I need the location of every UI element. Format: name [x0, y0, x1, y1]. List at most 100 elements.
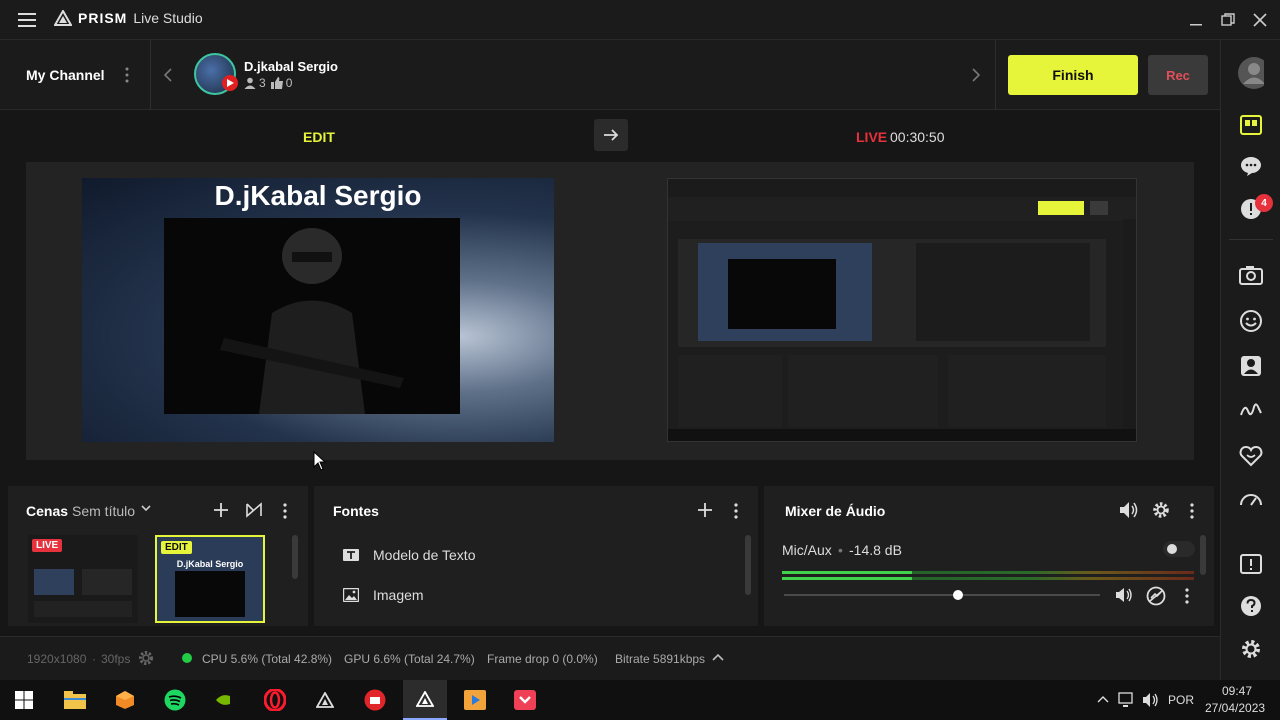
swap-scenes-button[interactable] — [594, 119, 628, 151]
separator-dot: • — [838, 542, 843, 558]
channel-stats: 3 0 — [244, 76, 292, 90]
chevron-up-icon[interactable] — [1097, 694, 1109, 704]
channel-name: D.jkabal Sergio — [244, 59, 338, 74]
preview-scene-title: D.jKabal Sergio — [214, 180, 422, 211]
prism-active-taskbar-icon[interactable] — [403, 680, 447, 720]
toggle-knob — [1167, 544, 1177, 554]
scenes-scrollbar[interactable] — [292, 535, 298, 579]
box-app-icon[interactable] — [111, 686, 139, 714]
cpu-usage: CPU 5.6% (Total 42.8%) — [202, 652, 333, 666]
like-count: 0 — [285, 76, 293, 90]
file-explorer-icon[interactable] — [61, 686, 89, 714]
audio-level: -14.8 dB — [849, 542, 902, 558]
sources-scrollbar[interactable] — [745, 535, 751, 595]
arrow-right-icon — [604, 129, 619, 141]
prism-taskbar-icon[interactable] — [311, 686, 339, 714]
minimize-icon[interactable] — [1184, 8, 1208, 32]
nvidia-icon[interactable] — [211, 686, 239, 714]
chat-icon[interactable] — [1238, 153, 1264, 179]
mixer-settings-icon[interactable] — [1152, 501, 1170, 519]
gpu-usage: GPU 6.6% (Total 24.7%) — [344, 652, 475, 666]
speaker-icon[interactable] — [1119, 501, 1139, 519]
chevron-right-icon[interactable] — [970, 67, 982, 83]
chevron-down-icon[interactable] — [140, 502, 152, 514]
mouse-cursor-icon — [313, 451, 327, 471]
source-label: Imagem — [373, 587, 424, 603]
status-bar: 1920x1080 · 30fps CPU 5.6% (Total 42.8%)… — [0, 636, 1220, 680]
menu-icon[interactable] — [18, 12, 36, 28]
like-icon — [270, 77, 283, 89]
edit-preview[interactable]: D.jKabal Sergio — [82, 178, 554, 442]
clock-date[interactable]: 27/04/2023 — [1205, 701, 1265, 715]
windows-start-icon[interactable] — [10, 686, 38, 714]
red-app-icon[interactable] — [361, 686, 389, 714]
camera-icon[interactable] — [1238, 262, 1264, 288]
pocket-icon[interactable] — [511, 686, 539, 714]
rec-button[interactable]: Rec — [1148, 55, 1208, 95]
live-preview — [667, 178, 1137, 442]
transition-icon[interactable] — [246, 502, 262, 518]
media-player-icon[interactable] — [461, 686, 489, 714]
drawing-icon[interactable] — [1238, 397, 1264, 423]
source-item[interactable]: Imagem — [343, 587, 424, 603]
add-source-icon[interactable] — [697, 502, 713, 518]
scene-selector[interactable]: Sem título — [72, 503, 135, 519]
notification-badge: 4 — [1255, 194, 1273, 212]
title-bar: PRISM Live Studio — [0, 0, 1280, 40]
scene-thumb-edit[interactable]: EDIT D.jKabal Sergio — [155, 535, 265, 623]
live-preview-screenshot — [668, 179, 1136, 441]
sticker-icon[interactable] — [1238, 308, 1264, 334]
speaker-icon[interactable] — [1115, 587, 1133, 603]
clock-time[interactable]: 09:47 — [1222, 684, 1252, 698]
finish-button[interactable]: Finish — [1008, 55, 1138, 95]
right-sidebar: 4 — [1220, 40, 1280, 680]
preview-stage: D.jKabal Sergio — [26, 162, 1194, 460]
mixer-title: Mixer de Áudio — [785, 503, 886, 519]
gauge-icon[interactable] — [1238, 486, 1264, 512]
settings-gear-icon[interactable] — [1238, 636, 1264, 662]
scene-thumb-live[interactable]: LIVE — [28, 535, 138, 623]
network-icon[interactable] — [1118, 692, 1136, 708]
report-icon[interactable] — [1238, 551, 1264, 577]
app-logo: PRISM Live Studio — [54, 10, 203, 26]
profile-card-icon[interactable] — [1238, 353, 1264, 379]
divider — [1229, 239, 1273, 240]
edit-label: EDIT — [303, 129, 335, 145]
layout-icon[interactable] — [1238, 112, 1264, 138]
sources-title: Fontes — [333, 503, 379, 519]
heart-smile-icon[interactable] — [1238, 443, 1264, 469]
add-scene-icon[interactable] — [213, 502, 229, 518]
spotify-icon[interactable] — [161, 686, 189, 714]
mute-toggle[interactable] — [1163, 541, 1195, 557]
volume-slider-track[interactable] — [784, 594, 1100, 596]
scenes-title: Cenas — [26, 503, 69, 519]
volume-icon[interactable] — [1142, 692, 1160, 708]
brand-subtitle: Live Studio — [133, 10, 203, 26]
opera-icon[interactable] — [261, 686, 289, 714]
scene-thumb-image — [175, 571, 245, 617]
chevron-up-icon[interactable] — [712, 652, 724, 662]
my-channel-label[interactable]: My Channel — [26, 67, 105, 83]
language-indicator[interactable]: POR — [1168, 693, 1194, 707]
output-settings-icon[interactable] — [138, 650, 154, 666]
mixer-scrollbar[interactable] — [1200, 535, 1206, 575]
more-vertical-icon[interactable] — [731, 502, 741, 520]
close-icon[interactable] — [1248, 8, 1272, 32]
chevron-left-icon[interactable] — [162, 67, 174, 83]
audio-meter-top-fill — [782, 571, 912, 574]
help-icon[interactable] — [1238, 593, 1264, 619]
more-vertical-icon[interactable] — [122, 66, 132, 84]
prism-logo-icon — [54, 10, 72, 26]
more-vertical-icon[interactable] — [1182, 587, 1192, 605]
live-badge: LIVE — [32, 539, 63, 552]
source-item[interactable]: Modelo de Texto — [343, 547, 475, 563]
more-vertical-icon[interactable] — [280, 502, 290, 520]
scene-thumb-title: D.jKabal Sergio — [176, 559, 244, 569]
volume-slider-knob[interactable] — [952, 590, 963, 600]
more-vertical-icon[interactable] — [1187, 502, 1197, 520]
restore-icon[interactable] — [1216, 8, 1240, 32]
audio-meter-bottom-fill — [782, 577, 912, 580]
audio-filter-icon[interactable] — [1146, 586, 1166, 606]
profile-avatar-icon[interactable] — [1238, 57, 1264, 89]
separator-dot: · — [92, 652, 96, 666]
